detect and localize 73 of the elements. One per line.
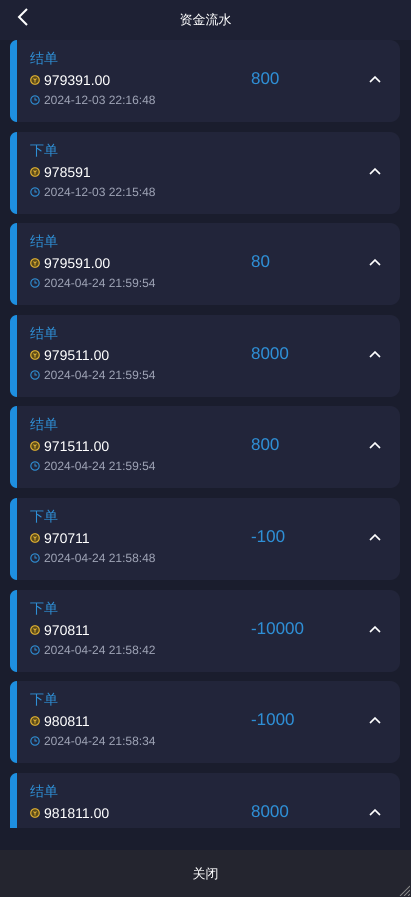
chevron-up-icon[interactable] <box>369 166 381 175</box>
clock-icon <box>30 736 40 746</box>
time-text: 2024-12-03 22:15:48 <box>44 184 156 200</box>
chevron-up-icon[interactable] <box>369 441 381 450</box>
amount-text: 8000 <box>251 800 289 823</box>
record-card[interactable]: 结单 979591.00 2024-04-24 21:59:54 80 <box>10 223 400 306</box>
chevron-up-icon[interactable] <box>369 532 381 541</box>
balance-text: 971511.00 <box>44 437 110 456</box>
clock-icon <box>30 370 40 380</box>
amount-text: 80 <box>251 251 270 274</box>
time-text: 2024-04-24 21:58:42 <box>44 642 156 658</box>
balance-text: 979511.00 <box>44 346 110 364</box>
resize-grip-icon <box>398 884 410 896</box>
record-card[interactable]: 下单 970811 2024-04-24 21:58:42 -10000 <box>10 590 400 672</box>
record-card[interactable]: 下单 980811 2024-04-24 21:58:34 -1000 <box>10 681 400 764</box>
coin-icon <box>30 716 40 726</box>
record-type: 结单 <box>30 782 59 801</box>
chevron-up-icon[interactable] <box>369 808 381 816</box>
amount-text: -10000 <box>251 618 304 640</box>
chevron-up-icon[interactable] <box>369 350 381 358</box>
chevron-up-icon[interactable] <box>369 716 381 724</box>
clock-icon <box>30 552 40 563</box>
chevron-up-icon[interactable] <box>369 624 381 633</box>
record-type: 下单 <box>30 140 59 160</box>
record-card[interactable]: 下单 970711 2024-04-24 21:58:48 -100 <box>10 498 400 580</box>
chevron-up-icon[interactable] <box>369 258 381 266</box>
record-type: 结单 <box>30 49 59 68</box>
coin-icon <box>30 624 40 635</box>
record-card[interactable]: 下单 978591 2024-12-03 22:15:48 <box>10 132 400 214</box>
balance-text: 979591.00 <box>44 254 110 272</box>
balance-text: 970711 <box>44 528 90 547</box>
time-text: 2024-04-24 21:59:54 <box>44 275 156 292</box>
amount-text: 800 <box>251 68 280 90</box>
record-type: 结单 <box>30 415 59 434</box>
clock-icon <box>30 461 40 472</box>
time-text: 2024-04-24 21:58:34 <box>44 733 156 750</box>
time-text: 2024-12-03 22:16:48 <box>44 92 156 108</box>
balance-text: 980811 <box>44 712 90 730</box>
record-card[interactable]: 结单 981811.00 8000 <box>10 772 400 828</box>
amount-text: -100 <box>251 526 286 548</box>
balance-text: 979391.00 <box>44 71 110 89</box>
time-text: 2024-04-24 21:59:54 <box>44 458 156 474</box>
amount-text: 8000 <box>251 342 289 365</box>
chevron-up-icon[interactable] <box>369 75 381 83</box>
record-type: 结单 <box>30 232 59 252</box>
amount-text: 800 <box>251 434 280 456</box>
coin-icon <box>30 808 40 818</box>
page-title: 资金流水 <box>180 11 232 30</box>
clock-icon <box>30 95 40 105</box>
time-text: 2024-04-24 21:58:48 <box>44 550 156 566</box>
coin-icon <box>30 350 40 360</box>
balance-text: 978591 <box>44 162 91 181</box>
clock-icon <box>30 186 40 197</box>
record-type: 下单 <box>30 598 59 618</box>
record-card[interactable]: 结单 971511.00 2024-04-24 21:59:54 800 <box>10 406 400 488</box>
close-button[interactable]: 关闭 <box>176 860 234 888</box>
record-type: 下单 <box>30 506 59 526</box>
clock-icon <box>30 644 40 655</box>
record-card[interactable]: 结单 979391.00 2024-12-03 22:16:48 800 <box>10 40 400 122</box>
coin-icon <box>30 532 40 543</box>
time-text: 2024-04-24 21:59:54 <box>44 366 156 383</box>
back-icon[interactable] <box>17 8 29 26</box>
record-card[interactable]: 结单 979511.00 2024-04-24 21:59:54 8000 <box>10 314 400 397</box>
amount-text: -1000 <box>251 709 294 732</box>
clock-icon <box>30 278 40 288</box>
balance-text: 981811.00 <box>44 804 110 822</box>
record-type: 下单 <box>30 690 59 710</box>
coin-icon <box>30 75 40 85</box>
balance-text: 970811 <box>44 620 90 639</box>
coin-icon <box>30 258 40 268</box>
coin-icon <box>30 441 40 452</box>
record-type: 结单 <box>30 324 59 343</box>
coin-icon <box>30 166 40 177</box>
